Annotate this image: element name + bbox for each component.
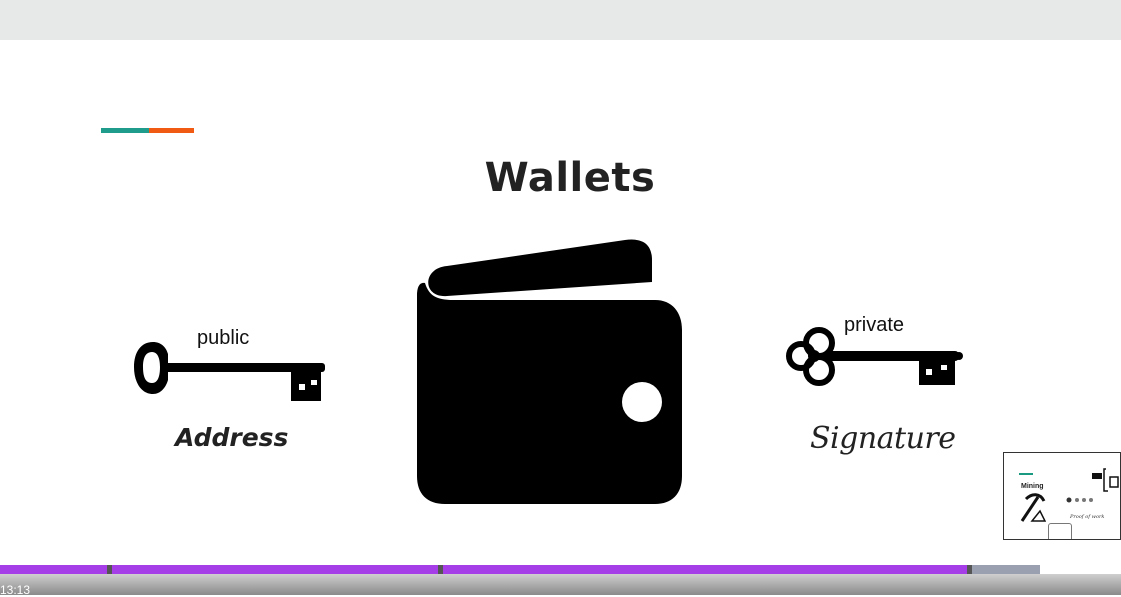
video-progress-fill	[0, 565, 973, 574]
coin-row-icon	[1066, 497, 1093, 503]
player-controls: 13:13	[0, 574, 1121, 597]
chapter-marker[interactable]	[438, 565, 443, 574]
thumbnail-accent-line	[1019, 473, 1033, 475]
public-label: public	[197, 327, 250, 349]
pickaxe-icon	[1020, 493, 1046, 522]
top-bar	[0, 0, 1121, 40]
next-slide-thumbnail[interactable]: Mining Proof of work	[1003, 452, 1121, 540]
server-diagram-icon	[1092, 468, 1119, 492]
video-progress-bar[interactable]	[0, 565, 1040, 574]
chapter-marker[interactable]	[107, 565, 112, 574]
wallet-icon	[417, 239, 682, 504]
slide-title: Wallets	[484, 155, 656, 201]
chapter-marker[interactable]	[967, 565, 972, 574]
signature-label: Signature	[810, 421, 956, 456]
accent-line-teal	[101, 128, 149, 133]
address-label: Address	[175, 423, 289, 452]
private-label: private	[844, 314, 905, 336]
accent-line-orange	[149, 128, 194, 133]
thumbnail-caption: Proof of work	[1070, 514, 1105, 520]
thumbnail-title: Mining	[1021, 483, 1044, 490]
thumbnail-box	[1048, 523, 1072, 539]
